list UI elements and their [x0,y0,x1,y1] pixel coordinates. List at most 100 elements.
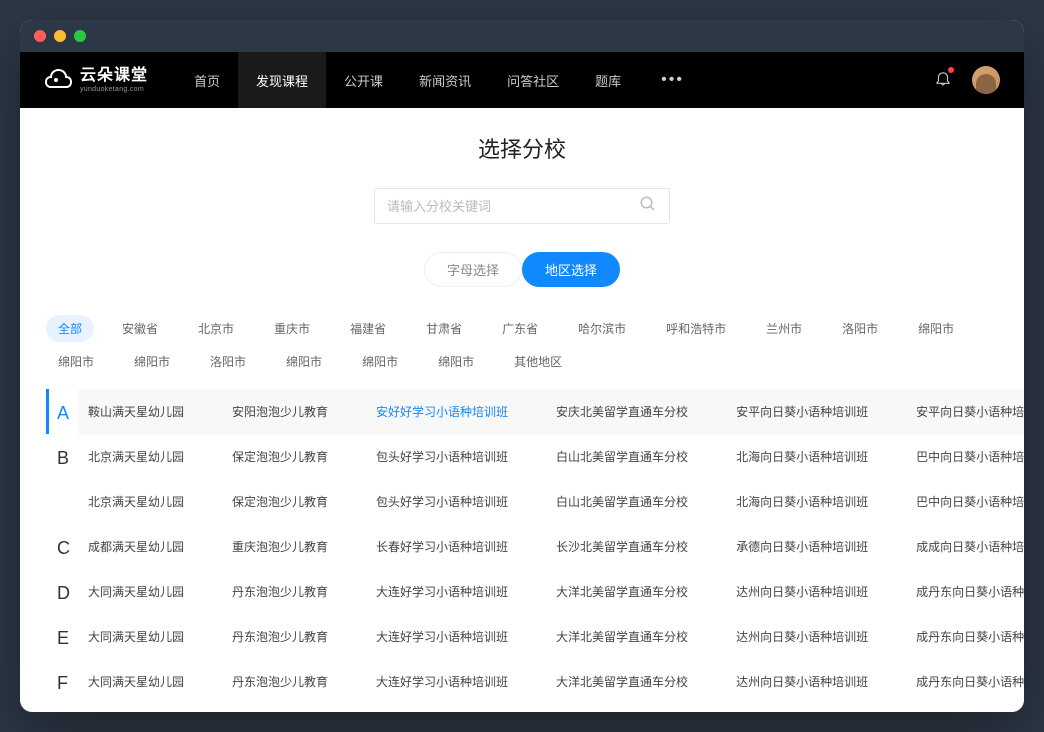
notification-badge [948,67,954,73]
school-rows: 鞍山满天星幼儿园 安阳泡泡少儿教育 安好好学习小语种培训班 安庆北美留学直通车分校 安平… [78,389,1024,434]
window-minimize-button[interactable] [54,30,66,42]
region-filter-row: 全部安徽省北京市重庆市福建省甘肃省广东省哈尔滨市呼和浩特市兰州市洛阳市绵阳市绵阳… [20,315,1024,375]
notifications-button[interactable] [934,69,952,92]
school-item[interactable]: 成丹东向日葵小语种培训班 [916,583,1024,600]
region-tag[interactable]: 洛阳市 [198,348,258,375]
school-item[interactable]: 达州向日葵小语种培训班 [736,673,868,690]
app-window: 云朵课堂 yunduoketang.com 首页发现课程公开课新闻资讯问答社区题… [20,20,1024,712]
school-item[interactable]: 包头好学习小语种培训班 [376,493,508,510]
school-item[interactable]: 大同满天星幼儿园 [88,673,184,690]
school-item[interactable]: 保定泡泡少儿教育 [232,493,328,510]
letter-section: A 鞍山满天星幼儿园 安阳泡泡少儿教育 安好好学习小语种培训班 安庆北美留学直通车分校 安… [20,389,1024,434]
school-item[interactable]: 大洋北美留学直通车分校 [556,628,688,645]
region-tag[interactable]: 北京市 [186,315,246,342]
region-tag[interactable]: 安徽省 [110,315,170,342]
school-item[interactable]: 成都满天星幼儿园 [88,538,184,555]
letter-label: A [46,389,78,434]
region-tag[interactable]: 绵阳市 [906,315,966,342]
region-tag[interactable]: 甘肃省 [414,315,474,342]
region-tag[interactable]: 重庆市 [262,315,322,342]
content-area: 选择分校 字母选择 地区选择 全部安徽省北京市重庆市福建省甘肃省广东省哈尔滨市呼… [20,108,1024,712]
school-item[interactable]: 成丹东向日葵小语种培训班 [916,673,1024,690]
school-item[interactable]: 长沙北美留学直通车分校 [556,538,688,555]
school-row: 北京满天星幼儿园 保定泡泡少儿教育 包头好学习小语种培训班 白山北美留学直通车分校 北海… [78,479,1024,524]
school-item[interactable]: 达州向日葵小语种培训班 [736,583,868,600]
school-row: 大同满天星幼儿园 丹东泡泡少儿教育 大连好学习小语种培训班 大洋北美留学直通车分校 达州… [78,569,1024,614]
school-item[interactable]: 大同满天星幼儿园 [88,583,184,600]
nav-item[interactable]: 新闻资讯 [401,52,489,108]
school-row: 鞍山满天星幼儿园 安阳泡泡少儿教育 安好好学习小语种培训班 安庆北美留学直通车分校 安平… [78,389,1024,434]
region-tag[interactable]: 绵阳市 [46,348,106,375]
school-item[interactable]: 安平向日葵小语种培训班 [736,403,868,420]
region-tag[interactable]: 福建省 [338,315,398,342]
school-item[interactable]: 巴中向日葵小语种培训班 [916,448,1024,465]
region-tag[interactable]: 哈尔滨市 [566,315,638,342]
user-avatar[interactable] [972,66,1000,94]
school-item[interactable]: 成成向日葵小语种培训班 [916,538,1024,555]
school-item[interactable]: 北海向日葵小语种培训班 [736,448,868,465]
letter-section: D 大同满天星幼儿园 丹东泡泡少儿教育 大连好学习小语种培训班 大洋北美留学直通车分校 达… [20,569,1024,614]
main-nav: 首页发现课程公开课新闻资讯问答社区题库 [176,52,639,108]
school-item[interactable]: 鞍山满天星幼儿园 [88,403,184,420]
letter-label: D [46,569,78,614]
school-item[interactable]: 达州向日葵小语种培训班 [736,628,868,645]
window-close-button[interactable] [34,30,46,42]
school-item[interactable]: 大连好学习小语种培训班 [376,583,508,600]
header: 云朵课堂 yunduoketang.com 首页发现课程公开课新闻资讯问答社区题… [20,52,1024,108]
school-item[interactable]: 安庆北美留学直通车分校 [556,403,688,420]
school-item[interactable]: 成丹东向日葵小语种培训班 [916,628,1024,645]
letter-section: B北京满天星幼儿园保定泡泡少儿教育包头好学习小语种培训班白山北美留学直通车分校北… [20,434,1024,524]
school-item[interactable]: 北京满天星幼儿园 [88,493,184,510]
region-tag[interactable]: 绵阳市 [274,348,334,375]
school-item[interactable]: 白山北美留学直通车分校 [556,493,688,510]
letter-section: C 成都满天星幼儿园 重庆泡泡少儿教育 长春好学习小语种培训班 长沙北美留学直通车分校 承… [20,524,1024,569]
school-item[interactable]: 白山北美留学直通车分校 [556,448,688,465]
school-item[interactable]: 丹东泡泡少儿教育 [232,583,328,600]
school-item[interactable]: 承德向日葵小语种培训班 [736,538,868,555]
school-item[interactable]: 长春好学习小语种培训班 [376,538,508,555]
school-item[interactable]: 保定泡泡少儿教育 [232,448,328,465]
window-maximize-button[interactable] [74,30,86,42]
school-item[interactable]: 丹东泡泡少儿教育 [232,628,328,645]
logo[interactable]: 云朵课堂 yunduoketang.com [44,68,148,93]
school-item[interactable]: 大洋北美留学直通车分校 [556,583,688,600]
region-tag[interactable]: 洛阳市 [830,315,890,342]
nav-item[interactable]: 公开课 [326,52,401,108]
school-item[interactable]: 安阳泡泡少儿教育 [232,403,328,420]
region-tag[interactable]: 绵阳市 [350,348,410,375]
region-tag[interactable]: 广东省 [490,315,550,342]
school-item[interactable]: 包头好学习小语种培训班 [376,448,508,465]
school-item[interactable]: 安平向日葵小语种培训班 [916,403,1024,420]
school-item[interactable]: 丹东泡泡少儿教育 [232,673,328,690]
school-item[interactable]: 巴中向日葵小语种培训班 [916,493,1024,510]
nav-item[interactable]: 题库 [577,52,639,108]
nav-item[interactable]: 问答社区 [489,52,577,108]
school-item[interactable]: 大连好学习小语种培训班 [376,673,508,690]
logo-subtitle: yunduoketang.com [80,86,148,93]
letter-label: E [46,614,78,659]
school-item[interactable]: 重庆泡泡少儿教育 [232,538,328,555]
school-row: 成都满天星幼儿园 重庆泡泡少儿教育 长春好学习小语种培训班 长沙北美留学直通车分校 承德… [78,524,1024,569]
search-input[interactable] [387,199,639,214]
nav-more-button[interactable]: ••• [643,71,702,89]
cloud-icon [44,69,74,91]
toggle-alpha-button[interactable]: 字母选择 [424,252,522,287]
region-tag[interactable]: 绵阳市 [426,348,486,375]
region-tag[interactable]: 绵阳市 [122,348,182,375]
nav-item[interactable]: 发现课程 [238,52,326,108]
school-item[interactable]: 大连好学习小语种培训班 [376,628,508,645]
school-item[interactable]: 大同满天星幼儿园 [88,628,184,645]
toggle-region-button[interactable]: 地区选择 [522,252,620,287]
school-rows: 大同满天星幼儿园 丹东泡泡少儿教育 大连好学习小语种培训班 大洋北美留学直通车分校 达州… [78,569,1024,614]
region-tag[interactable]: 兰州市 [754,315,814,342]
region-tag[interactable]: 呼和浩特市 [654,315,738,342]
school-item[interactable]: 安好好学习小语种培训班 [376,403,508,420]
school-item[interactable]: 大洋北美留学直通车分校 [556,673,688,690]
region-tag[interactable]: 全部 [46,315,94,342]
school-item[interactable]: 北京满天星幼儿园 [88,448,184,465]
school-item[interactable]: 北海向日葵小语种培训班 [736,493,868,510]
letter-label: C [46,524,78,569]
region-tag[interactable]: 其他地区 [502,348,574,375]
search-icon[interactable] [639,195,657,218]
nav-item[interactable]: 首页 [176,52,238,108]
